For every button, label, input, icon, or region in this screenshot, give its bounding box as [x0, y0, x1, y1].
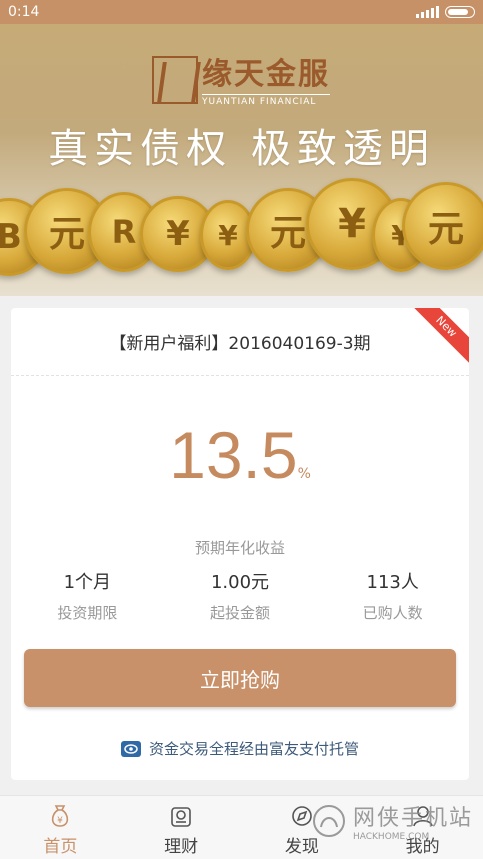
svg-text:¥: ¥	[58, 816, 64, 826]
signal-icon	[416, 6, 439, 18]
stat-label: 投资期限	[57, 604, 118, 622]
site-watermark: 网侠手机站 HACKHOME.COM	[311, 800, 473, 842]
promo-banner[interactable]: 缘天金服 YUANTIAN FINANCIAL 真实债权 极致透明 B 元 R …	[0, 24, 483, 296]
eye-shield-icon	[120, 740, 141, 757]
watermark-logo-icon	[312, 805, 345, 837]
rate-label: 预期年化收益	[194, 539, 285, 557]
stat-min-amount: 1.00元 起投金额	[164, 570, 317, 623]
watermark-text: 网侠手机站	[352, 806, 473, 831]
battery-icon	[445, 6, 475, 18]
stat-label: 已购人数	[362, 604, 423, 622]
product-stats: 1个月 投资期限 1.00元 起投金额 113人 已购人数	[11, 570, 469, 623]
tab-home[interactable]: ¥ 首页	[0, 796, 121, 859]
stat-value: 1.00元	[210, 572, 270, 593]
banner-slogan: 真实债权 极致透明	[48, 126, 435, 172]
rate-value: 13.5	[169, 418, 298, 492]
status-bar: 0:14	[0, 0, 483, 24]
finance-icon	[171, 807, 191, 827]
logo-mark-icon	[152, 56, 198, 104]
brand-logo: 缘天金服 YUANTIAN FINANCIAL	[152, 56, 330, 107]
buy-now-button[interactable]: 立即抢购	[24, 649, 456, 707]
watermark-sub: HACKHOME.COM	[352, 832, 430, 842]
tab-label: 首页	[43, 837, 78, 857]
status-time: 0:14	[8, 4, 40, 20]
custody-text: 资金交易全程经由富友支付托管	[148, 740, 359, 758]
stat-value: 1个月	[63, 572, 112, 593]
annual-rate: 13.5%	[11, 420, 469, 490]
coins-illustration: B 元 R ¥ ¥ 元 ¥ ¥ 元	[0, 170, 483, 280]
logo-english: YUANTIAN FINANCIAL	[202, 94, 330, 107]
product-card[interactable]: 【新用户福利】2016040169-3期 New 13.5% 预期年化收益 1个…	[11, 308, 469, 780]
home-yuan-icon: ¥	[52, 805, 69, 827]
stat-value: 113人	[366, 572, 419, 593]
custody-notice: 资金交易全程经由富友支付托管	[11, 738, 469, 759]
coin-icon: 元	[402, 182, 483, 270]
stat-label: 起投金额	[210, 604, 271, 622]
product-title: 【新用户福利】2016040169-3期	[11, 308, 469, 376]
tab-label: 理财	[164, 837, 199, 857]
stat-term: 1个月 投资期限	[11, 570, 164, 623]
tab-finance[interactable]: 理财	[121, 796, 242, 859]
rate-unit: %	[297, 466, 311, 482]
stat-buyers: 113人 已购人数	[316, 570, 469, 623]
logo-name: 缘天金服	[202, 57, 330, 92]
